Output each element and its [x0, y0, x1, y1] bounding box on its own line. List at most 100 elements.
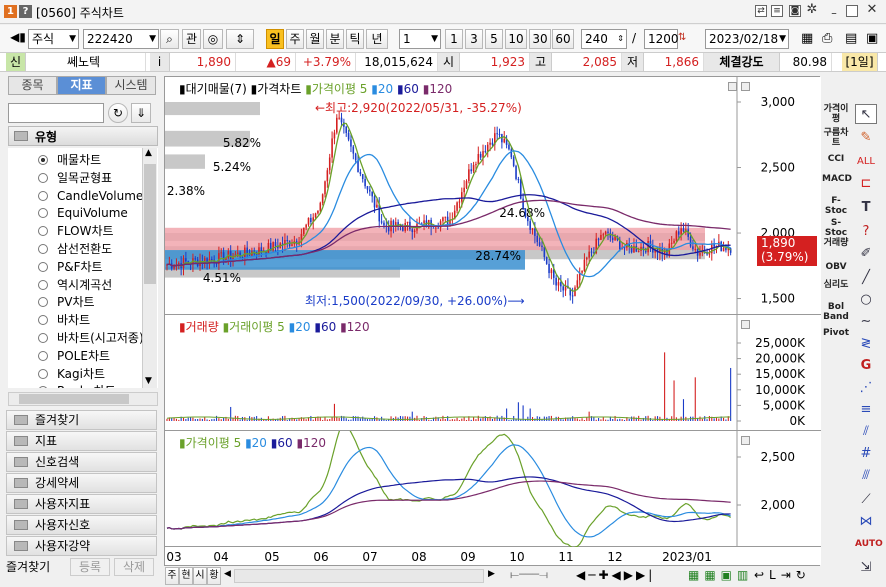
chart-type-item[interactable]: Kagi차트	[38, 365, 105, 383]
zigzag-icon[interactable]: ≷	[855, 334, 877, 354]
fan-icon[interactable]: ⋰	[855, 378, 877, 398]
bottom-tab-3[interactable]: 시	[193, 567, 207, 585]
scroll-thumb[interactable]	[144, 164, 156, 284]
interval-select[interactable]: 1 ▼	[399, 29, 441, 49]
indicator-shortcut[interactable]: OBV	[822, 262, 850, 272]
eraser-icon[interactable]: ✎	[855, 128, 877, 148]
register-button[interactable]: 등록	[70, 558, 110, 576]
view-icons[interactable]: ↩L⇥↻	[754, 568, 811, 582]
radio-icon[interactable]	[38, 315, 48, 326]
bottom-tab-2[interactable]: 현	[179, 567, 193, 585]
radio-icon[interactable]	[38, 226, 48, 237]
chart-area[interactable]: 5.82% 5.24% 2.38% 24.68% 28.74% 4.51% 3,000 2,5…	[164, 76, 821, 566]
menu-icon[interactable]: ◎	[203, 29, 223, 49]
group-2[interactable]: 지표	[6, 431, 157, 451]
channel-icon[interactable]: ⫽	[855, 422, 877, 442]
gwan-button[interactable]: 관	[182, 29, 201, 49]
refresh-icon[interactable]: ↻	[108, 103, 128, 123]
indicator-shortcut[interactable]: 가격이평	[822, 104, 850, 124]
indicator-shortcut[interactable]: 심리도	[822, 280, 850, 290]
chart-type-item[interactable]: 바차트(시고저종)	[38, 329, 144, 347]
group-3[interactable]: 신호검색	[6, 452, 157, 472]
circle-icon[interactable]: ○	[855, 290, 877, 310]
nav-controls[interactable]: ◀─✚◀▶▶|	[576, 568, 655, 582]
radio-icon[interactable]	[38, 261, 48, 272]
period-tick[interactable]: 틱	[346, 29, 364, 49]
interval-10[interactable]: 10	[505, 29, 527, 49]
indicator-shortcut[interactable]: CCI	[822, 154, 850, 164]
interval-30[interactable]: 30	[529, 29, 551, 49]
updown-icon[interactable]: ⇕	[226, 29, 254, 49]
period-minute[interactable]: 분	[326, 29, 344, 49]
magnet-icon[interactable]: ⊏	[855, 174, 877, 194]
chart-type-item[interactable]: 삼선전환도	[38, 240, 112, 258]
total-field[interactable]: 1200	[644, 29, 679, 49]
cross-icon[interactable]: ⋈	[855, 512, 877, 532]
reload-icon[interactable]: ⇅	[678, 32, 686, 43]
group-1[interactable]: 즐겨찾기	[6, 410, 157, 430]
period-month[interactable]: 월	[306, 29, 324, 49]
tab-stock[interactable]: 종목	[8, 76, 57, 95]
bottom-favorites[interactable]: 즐겨찾기	[6, 558, 62, 576]
chart-scrollbar[interactable]	[234, 569, 484, 583]
chart-type-item[interactable]: 역시계곡선	[38, 276, 112, 294]
chart-type-item[interactable]: PV차트	[38, 293, 95, 311]
group-7[interactable]: 사용자강약	[6, 536, 157, 556]
volume-pane[interactable]: 25,000K 20,000K 15,000K 10,000K 5,000K 0K ▮거래…	[165, 315, 821, 431]
indicator-shortcut[interactable]: Bol Band	[822, 302, 850, 322]
text-icon[interactable]: T	[855, 198, 877, 218]
date-field[interactable]: 2023/02/18 ▼	[705, 29, 789, 49]
curve-icon[interactable]: ∼	[855, 312, 877, 332]
config-icon[interactable]: ▣	[866, 31, 878, 46]
count-field[interactable]: 240 ⇕	[581, 29, 627, 49]
chart-type-item[interactable]: P&F차트	[38, 258, 103, 276]
print-icon[interactable]: ⎙	[822, 31, 832, 46]
save-icon[interactable]: ▦	[801, 31, 813, 46]
auto-icon[interactable]: AUTO	[855, 534, 883, 554]
vol-pane-close-icon[interactable]	[741, 320, 750, 329]
line-icon[interactable]: ╱	[855, 268, 877, 288]
extend-icon[interactable]: ⇲	[855, 558, 877, 578]
indicator-shortcut[interactable]: F-Stoc	[822, 196, 850, 216]
radio-icon[interactable]	[38, 297, 48, 308]
indicator-shortcut[interactable]: S-Stoc	[822, 218, 850, 238]
chart-type-item[interactable]: Renko차트	[38, 382, 116, 388]
interval-3[interactable]: 3	[465, 29, 483, 49]
radio-icon[interactable]	[38, 386, 48, 388]
chart-type-item[interactable]: 일목균형표	[38, 169, 112, 187]
tab-system[interactable]: 시스템	[106, 76, 156, 95]
radio-icon[interactable]	[38, 172, 48, 183]
cursor-icon[interactable]: ↖	[855, 104, 877, 124]
prev-stock-icon[interactable]: ◀▮	[8, 28, 28, 48]
hscroll-thumb[interactable]	[19, 394, 129, 404]
bottom-tab-1[interactable]: 주	[165, 567, 179, 585]
grid-icon[interactable]: #	[855, 444, 877, 464]
indicator-shortcut[interactable]: 거래량	[822, 238, 850, 248]
ma-pane[interactable]: 2,500 2,000 ▮가격이평 5 ▮20 ▮60 ▮120	[165, 431, 821, 547]
indicator-shortcut[interactable]: Pivot	[822, 328, 850, 338]
interval-1[interactable]: 1	[445, 29, 463, 49]
radio-icon[interactable]	[38, 279, 48, 290]
chart-type-item[interactable]: 바차트	[38, 311, 90, 329]
pen-icon[interactable]: ✐	[855, 244, 877, 264]
indicator-search-input[interactable]	[8, 103, 104, 123]
chart-type-item[interactable]: POLE차트	[38, 347, 110, 365]
pane-close-icon[interactable]	[741, 82, 750, 91]
group-5[interactable]: 사용자지표	[6, 494, 157, 514]
price-pane[interactable]: 5.82% 5.24% 2.38% 24.68% 28.74% 4.51% 3,000 2,5…	[165, 77, 821, 315]
period-day[interactable]: 일	[266, 29, 284, 49]
minimize-icon[interactable]: _	[828, 5, 840, 17]
maximize-icon[interactable]	[846, 5, 858, 17]
tab-indicator[interactable]: 지표	[57, 76, 106, 95]
period-year[interactable]: 년	[366, 29, 388, 49]
interval-60[interactable]: 60	[552, 29, 574, 49]
radio-icon[interactable]	[38, 244, 48, 254]
search-icon[interactable]: ⌕	[160, 29, 179, 49]
bottom-tab-4[interactable]: 황	[207, 567, 221, 585]
market-select[interactable]: 주식 ▼	[28, 29, 79, 49]
list-scrollbar[interactable]: ▲ ▼	[142, 148, 157, 388]
chart-type-item[interactable]: CandleVolume	[38, 187, 143, 205]
bottom-scroll-right-icon[interactable]: ▶	[488, 569, 495, 579]
stock-code-field[interactable]: 222420 ▼	[83, 29, 159, 49]
radio-icon[interactable]	[38, 190, 48, 201]
